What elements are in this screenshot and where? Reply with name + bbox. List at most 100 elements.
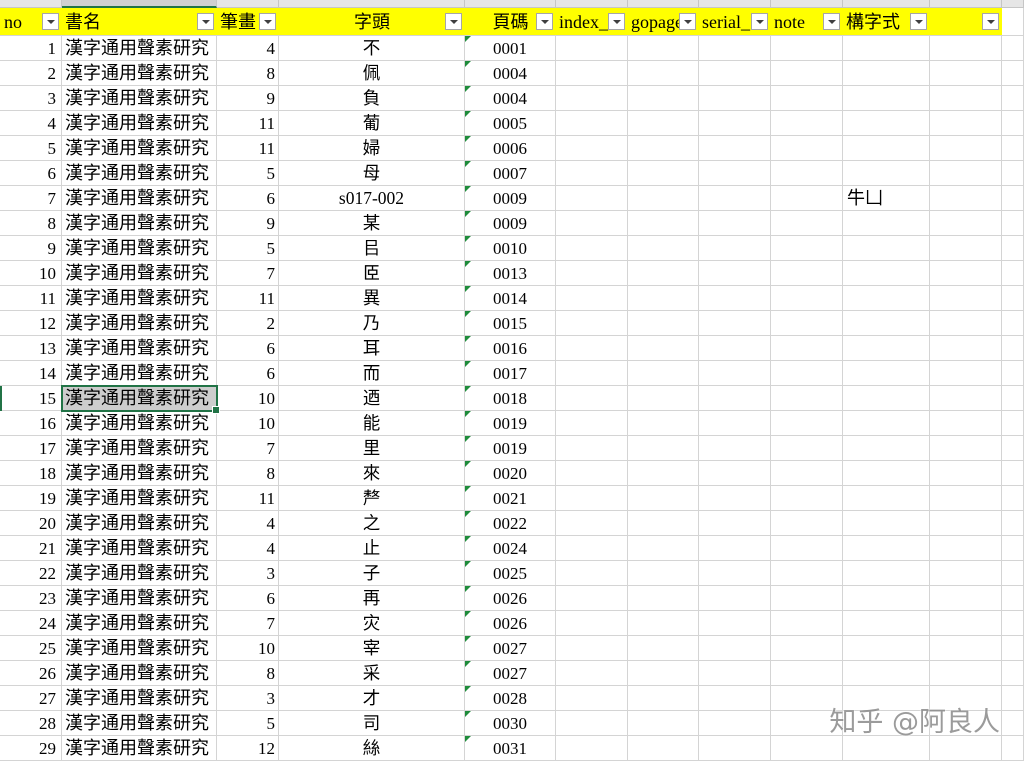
cell-strokes[interactable]: 7 (217, 611, 279, 636)
cell-l[interactable] (1002, 436, 1024, 461)
cell-head-char[interactable]: 來 (279, 461, 465, 486)
cell-strokes[interactable]: 6 (217, 586, 279, 611)
filter-button-note[interactable] (823, 13, 840, 30)
cell-strokes[interactable]: 4 (217, 36, 279, 61)
cell-index[interactable] (556, 586, 628, 611)
cell-index[interactable] (556, 286, 628, 311)
cell-note[interactable] (771, 611, 843, 636)
cell-index[interactable] (556, 261, 628, 286)
filter-button-gopage[interactable] (679, 13, 696, 30)
cell-no[interactable]: 15 (0, 386, 62, 411)
cell-no[interactable]: 19 (0, 486, 62, 511)
cell-serial[interactable] (699, 511, 771, 536)
cell-head-char[interactable]: 𦣞 (279, 261, 465, 286)
cell-no[interactable]: 29 (0, 736, 62, 761)
cell-book-name[interactable]: 漢字通用聲素研究 (62, 111, 217, 136)
cell-l[interactable] (1002, 36, 1024, 61)
cell-serial[interactable] (699, 711, 771, 736)
cell-k[interactable] (930, 161, 1002, 186)
cell-no[interactable]: 5 (0, 136, 62, 161)
cell-l[interactable] (1002, 561, 1024, 586)
cell-book-name[interactable]: 漢字通用聲素研究 (62, 36, 217, 61)
cell-book-name[interactable]: 漢字通用聲素研究 (62, 186, 217, 211)
cell-l[interactable] (1002, 311, 1024, 336)
cell-formula[interactable] (843, 411, 930, 436)
cell-page[interactable]: 0004 (465, 86, 556, 111)
cell-serial[interactable] (699, 111, 771, 136)
cell-formula[interactable] (843, 636, 930, 661)
cell-formula[interactable] (843, 486, 930, 511)
cell-serial[interactable] (699, 336, 771, 361)
cell-head-char[interactable]: 能 (279, 411, 465, 436)
cell-book-name[interactable]: 漢字通用聲素研究 (62, 336, 217, 361)
cell-gopage[interactable] (628, 461, 699, 486)
cell-book-name[interactable]: 漢字通用聲素研究 (62, 661, 217, 686)
cell-strokes[interactable]: 8 (217, 61, 279, 86)
cell-formula[interactable] (843, 261, 930, 286)
cell-index[interactable] (556, 611, 628, 636)
cell-gopage[interactable] (628, 236, 699, 261)
cell-index[interactable] (556, 161, 628, 186)
cell-formula[interactable] (843, 211, 930, 236)
cell-page[interactable]: 0018 (465, 386, 556, 411)
cell-serial[interactable] (699, 586, 771, 611)
cell-serial[interactable] (699, 486, 771, 511)
cell-k[interactable] (930, 661, 1002, 686)
cell-head-char[interactable]: 負 (279, 86, 465, 111)
cell-formula[interactable] (843, 311, 930, 336)
cell-formula[interactable] (843, 361, 930, 386)
cell-note[interactable] (771, 436, 843, 461)
filter-button-index[interactable] (608, 13, 625, 30)
cell-page[interactable]: 0010 (465, 236, 556, 261)
cell-no[interactable]: 23 (0, 586, 62, 611)
cell-serial[interactable] (699, 686, 771, 711)
cell-l[interactable] (1002, 336, 1024, 361)
cell-page[interactable]: 0001 (465, 36, 556, 61)
cell-index[interactable] (556, 311, 628, 336)
cell-head-char[interactable]: 灾 (279, 611, 465, 636)
cell-gopage[interactable] (628, 611, 699, 636)
cell-strokes[interactable]: 10 (217, 386, 279, 411)
cell-strokes[interactable]: 6 (217, 186, 279, 211)
cell-serial[interactable] (699, 186, 771, 211)
cell-gopage[interactable] (628, 661, 699, 686)
cell-book-name[interactable]: 漢字通用聲素研究 (62, 86, 217, 111)
cell-no[interactable]: 1 (0, 36, 62, 61)
cell-book-name[interactable]: 漢字通用聲素研究 (62, 411, 217, 436)
column-heading-f[interactable] (556, 0, 628, 8)
cell-strokes[interactable]: 3 (217, 686, 279, 711)
cell-k[interactable] (930, 611, 1002, 636)
cell-note[interactable] (771, 511, 843, 536)
cell-k[interactable] (930, 86, 1002, 111)
cell-k[interactable] (930, 436, 1002, 461)
filter-button-k[interactable] (982, 13, 999, 30)
cell-head-char[interactable]: 佩 (279, 61, 465, 86)
cell-gopage[interactable] (628, 211, 699, 236)
cell-book-name[interactable]: 漢字通用聲素研究 (62, 161, 217, 186)
cell-no[interactable]: 3 (0, 86, 62, 111)
cell-l[interactable] (1002, 136, 1024, 161)
cell-k[interactable] (930, 561, 1002, 586)
cell-book-name[interactable]: 漢字通用聲素研究 (62, 211, 217, 236)
cell-formula[interactable] (843, 236, 930, 261)
cell-head-char[interactable]: 不 (279, 36, 465, 61)
cell-strokes[interactable]: 5 (217, 161, 279, 186)
cell-note[interactable] (771, 136, 843, 161)
cell-l[interactable] (1002, 486, 1024, 511)
cell-k[interactable] (930, 186, 1002, 211)
cell-head-char[interactable]: 才 (279, 686, 465, 711)
cell-l[interactable] (1002, 461, 1024, 486)
cell-no[interactable]: 28 (0, 711, 62, 736)
cell-k[interactable] (930, 261, 1002, 286)
cell-index[interactable] (556, 136, 628, 161)
cell-l[interactable] (1002, 536, 1024, 561)
cell-index[interactable] (556, 711, 628, 736)
cell-note[interactable] (771, 211, 843, 236)
cell-l[interactable] (1002, 111, 1024, 136)
cell-strokes[interactable]: 4 (217, 511, 279, 536)
cell-no[interactable]: 17 (0, 436, 62, 461)
cell-index[interactable] (556, 186, 628, 211)
cell-book-name[interactable]: 漢字通用聲素研究 (62, 586, 217, 611)
cell-formula[interactable] (843, 586, 930, 611)
cell-page[interactable]: 0022 (465, 511, 556, 536)
